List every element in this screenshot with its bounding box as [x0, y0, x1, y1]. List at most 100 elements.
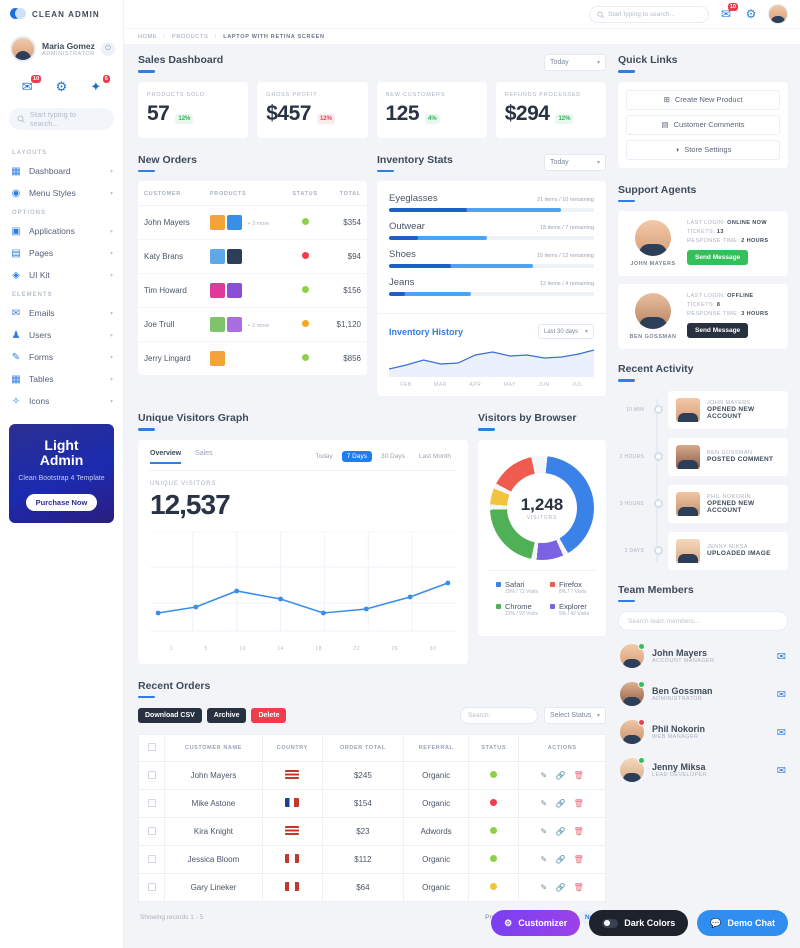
row-checkbox[interactable]: [147, 798, 156, 807]
sidebar-item-forms[interactable]: ✎ Forms ▾: [0, 346, 123, 368]
inventory-name: Jeans: [389, 277, 415, 288]
row-checkbox[interactable]: [147, 826, 156, 835]
filter-30-days[interactable]: 30 Days: [376, 451, 410, 462]
dark-colors-toggle[interactable]: Dark Colors: [589, 910, 689, 936]
team-member-row[interactable]: Phil Nokorin WEB MANAGER ✉: [618, 713, 788, 751]
table-row[interactable]: John Mayers $245 Organic ✎ 🔗 🗑: [138, 761, 606, 790]
sidebar-search-input[interactable]: Start typing to search...: [9, 108, 114, 130]
center-column: Sales Dashboard Today ▾ PRODUCTS SOLD 57…: [124, 44, 614, 948]
filter-last-month[interactable]: Last Month: [414, 451, 456, 462]
x-tick: 30: [429, 645, 437, 652]
sidebar-item-pages[interactable]: ▤ Pages ▾: [0, 242, 123, 264]
table-row[interactable]: Katy Brans $94: [138, 239, 367, 274]
stat-label: PRODUCTS SOLD: [147, 91, 205, 98]
filter-7-days[interactable]: 7 Days: [341, 451, 372, 462]
cell-name: Mike Astone: [164, 789, 263, 818]
link-icon[interactable]: 🔗: [555, 855, 565, 864]
flag-us-icon: [285, 826, 300, 835]
edit-icon[interactable]: ✎: [541, 855, 548, 864]
gear-icon[interactable]: ⚙: [52, 78, 70, 96]
team-member-row[interactable]: Ben Gossman ADMINISTRATOR ✉: [618, 675, 788, 713]
delete-button[interactable]: Delete: [251, 708, 287, 723]
email-icon[interactable]: ✉: [777, 726, 786, 739]
row-checkbox[interactable]: [147, 854, 156, 863]
archive-button[interactable]: Archive: [206, 708, 247, 723]
demo-chat-button[interactable]: 💬 Demo Chat: [697, 910, 788, 936]
team-member-row[interactable]: Jenny Miksa LEAD DEVELOPER ✉: [618, 751, 788, 789]
activity-time: 10 MIN: [626, 406, 644, 413]
team-search-input[interactable]: Search team members...: [618, 611, 788, 631]
sidebar-item-tables[interactable]: ▦ Tables ▾: [0, 368, 123, 390]
sales-period-select[interactable]: Today ▾: [544, 54, 606, 71]
table-row[interactable]: Jerry Lingard $856: [138, 342, 367, 376]
donut-label: VISITORS: [526, 514, 558, 521]
table-row[interactable]: Gary Lineker $64 Organic ✎ 🔗 🗑: [138, 873, 606, 902]
link-icon[interactable]: 🔗: [555, 771, 565, 780]
table-row[interactable]: Jessica Bloom $112 Organic ✎ 🔗 🗑: [138, 845, 606, 874]
sidebar-item-ui-kit[interactable]: ◈ UI Kit ▾: [0, 264, 123, 286]
trash-icon[interactable]: 🗑: [574, 883, 584, 892]
trash-icon[interactable]: 🗑: [574, 855, 584, 864]
download-csv-button[interactable]: Download CSV: [138, 708, 202, 723]
sidebar-profile[interactable]: Maria Gomez ADMINISTRATOR ⏻: [0, 28, 123, 72]
edit-icon[interactable]: ✎: [541, 771, 548, 780]
table-row[interactable]: John Mayers + 3 more $354: [138, 205, 367, 240]
search-icon: [17, 115, 25, 123]
messages-icon[interactable]: ✉ 10: [718, 3, 738, 22]
table-row[interactable]: Kira Knight $23 Adwords ✎ 🔗 🗑: [138, 817, 606, 846]
row-checkbox[interactable]: [147, 882, 156, 891]
avatar[interactable]: [768, 4, 788, 24]
table-row[interactable]: Mike Astone $154 Organic ✎ 🔗 🗑: [138, 789, 606, 818]
send-message-button[interactable]: Send Message: [687, 250, 749, 265]
quick-link-create-new-product[interactable]: ⊞ Create New Product: [626, 89, 780, 110]
rocket-icon[interactable]: ✦ 6: [87, 75, 110, 96]
inventory-period-select[interactable]: Today ▾: [544, 153, 606, 171]
link-icon[interactable]: 🔗: [555, 883, 565, 892]
link-icon[interactable]: 🔗: [555, 799, 565, 808]
tab-overview[interactable]: Overview: [150, 450, 182, 464]
sidebar-item-menu-styles[interactable]: ◉ Menu Styles ▾: [0, 182, 123, 204]
purchase-now-button[interactable]: Purchase Now: [25, 494, 98, 511]
breadcrumb-home[interactable]: HOME: [138, 34, 157, 40]
edit-icon[interactable]: ✎: [541, 799, 548, 808]
inventory-meta: 12 items / 4 remaining: [539, 281, 594, 287]
team-member-row[interactable]: John Mayers ACCOUNT MANAGER ✉: [618, 637, 788, 675]
filter-today[interactable]: Today: [310, 451, 337, 462]
select-all-checkbox[interactable]: [147, 743, 156, 751]
sidebar-item-emails[interactable]: ✉ Emails ▾: [0, 302, 123, 324]
status-badge: 12%: [175, 113, 194, 124]
trash-icon[interactable]: 🗑: [574, 771, 584, 780]
brand[interactable]: CLEAN ADMIN: [0, 0, 123, 28]
sidebar-item-icons[interactable]: ✧ Icons ▾: [0, 390, 123, 412]
customizer-button[interactable]: ⚙ Customizer: [491, 910, 581, 936]
table-row[interactable]: Joe Trull + 2 more $1,120: [138, 307, 367, 342]
edit-icon[interactable]: ✎: [541, 883, 548, 892]
quick-link-store-settings[interactable]: ◑ Store Settings: [626, 139, 780, 160]
promo-subtitle: Clean Bootstrap 4 Template: [18, 475, 105, 482]
email-icon[interactable]: ✉: [777, 650, 786, 663]
send-message-button[interactable]: Send Message: [687, 323, 749, 338]
row-checkbox[interactable]: [147, 770, 156, 779]
search-input[interactable]: Start typing to search...: [589, 5, 709, 23]
trash-icon[interactable]: 🗑: [574, 799, 584, 808]
tab-sales[interactable]: Sales: [195, 450, 213, 464]
legend-item-safari: Safari 19% / 72 Visits: [488, 580, 542, 595]
rocket-badge: 6: [102, 75, 110, 83]
messages-icon[interactable]: ✉ 10: [18, 75, 42, 96]
breadcrumb-products[interactable]: PRODUCTS: [172, 34, 208, 40]
table-row[interactable]: Tim Howard $156: [138, 273, 367, 308]
status-filter-select[interactable]: Select Status ▾: [544, 707, 606, 724]
edit-icon[interactable]: ✎: [541, 827, 548, 836]
link-icon[interactable]: 🔗: [555, 827, 565, 836]
sidebar-item-dashboard[interactable]: ▦ Dashboard ▾: [0, 160, 123, 182]
trash-icon[interactable]: 🗑: [574, 827, 584, 836]
power-icon[interactable]: ⏻: [101, 42, 115, 56]
sidebar-item-applications[interactable]: ▣ Applications ▾: [0, 220, 123, 242]
inventory-history-range-select[interactable]: Last 30 days ▾: [538, 324, 594, 339]
sidebar-item-users[interactable]: ♟ Users ▾: [0, 324, 123, 346]
gear-icon[interactable]: ⚙: [743, 6, 759, 22]
quick-link-customer-comments[interactable]: ▤ Customer Comments: [626, 114, 780, 135]
email-icon[interactable]: ✉: [777, 688, 786, 701]
orders-search-input[interactable]: Search:: [460, 707, 538, 724]
email-icon[interactable]: ✉: [777, 764, 786, 777]
